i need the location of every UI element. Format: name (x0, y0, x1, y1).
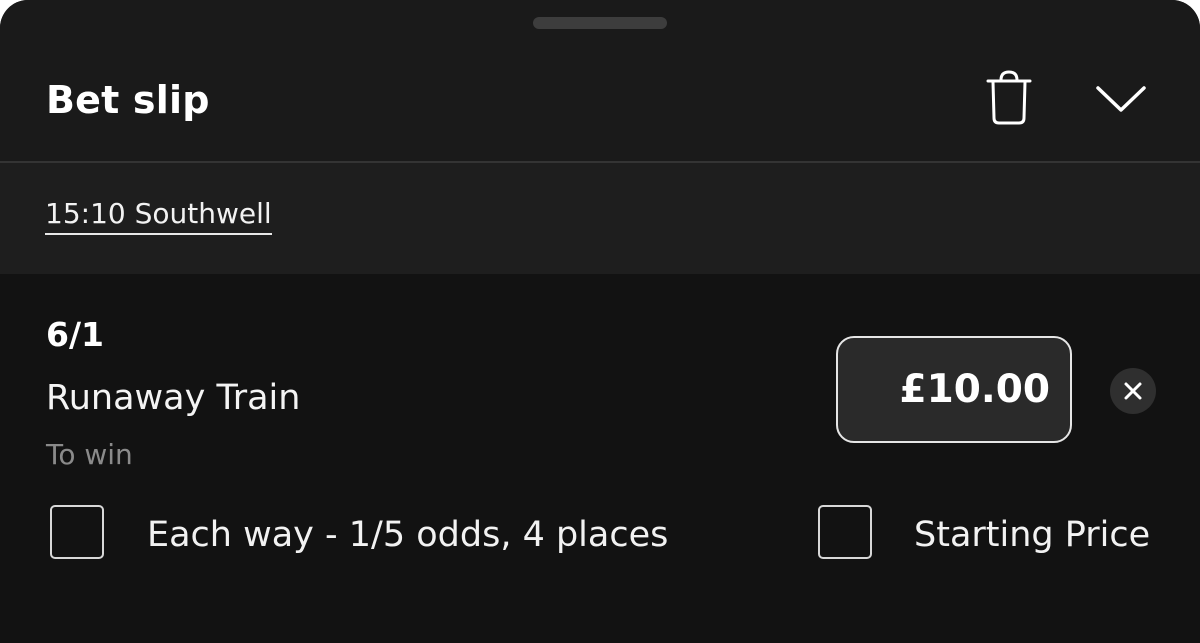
drag-handle[interactable] (533, 17, 667, 29)
event-link[interactable]: 15:10 Southwell (45, 196, 272, 235)
bet-slip-sheet: Bet slip 15:10 Southwell 6/1 Runaway Tra… (0, 0, 1200, 643)
close-icon (1124, 382, 1142, 400)
stake-input[interactable] (836, 336, 1072, 443)
each-way-checkbox[interactable] (50, 505, 104, 559)
remove-bet-button[interactable] (1110, 368, 1156, 414)
odds: 6/1 (46, 315, 104, 354)
selection-name: Runaway Train (46, 378, 301, 418)
trash-icon[interactable] (984, 68, 1034, 128)
starting-price-label[interactable]: Starting Price (914, 513, 1150, 557)
bet-slip-title: Bet slip (46, 78, 210, 122)
each-way-label[interactable]: Each way - 1/5 odds, 4 places (147, 513, 668, 557)
starting-price-checkbox[interactable] (818, 505, 872, 559)
market-name: To win (46, 438, 133, 471)
chevron-down-icon[interactable] (1093, 80, 1149, 116)
